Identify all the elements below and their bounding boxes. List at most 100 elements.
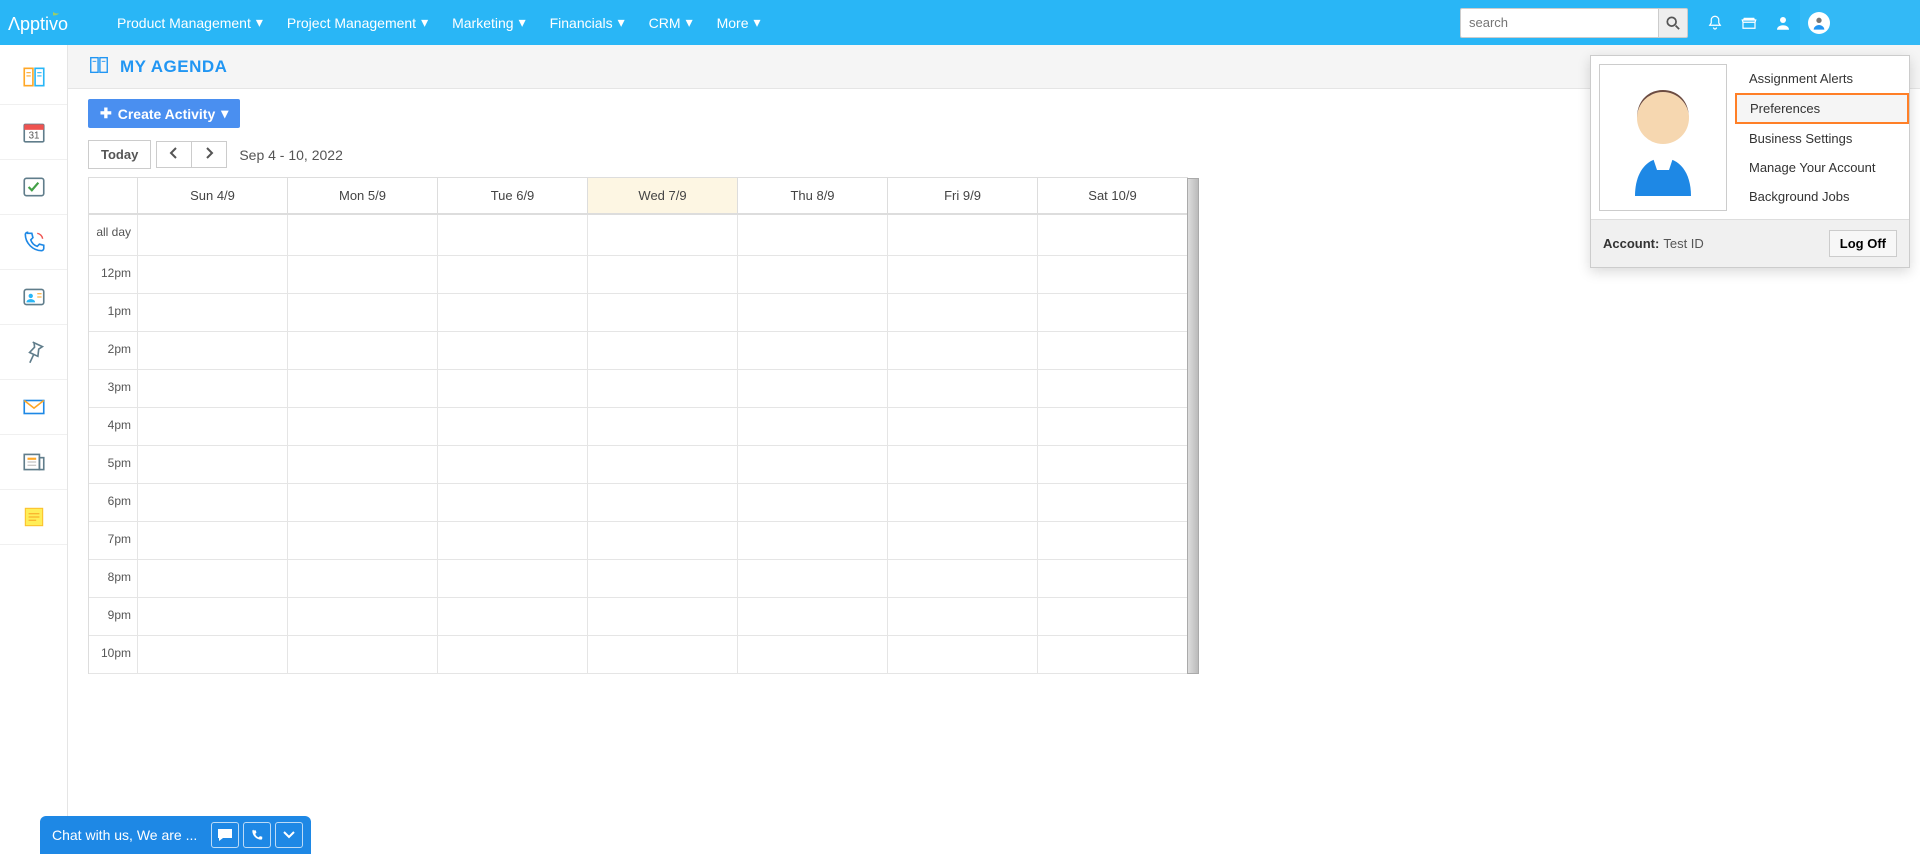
calendar-cell[interactable] <box>1037 636 1187 673</box>
calendar-cell[interactable] <box>287 446 437 483</box>
profile-button[interactable] <box>1766 0 1800 45</box>
calendar-cell[interactable] <box>887 215 1037 255</box>
nav-financials[interactable]: Financials▾ <box>538 0 637 45</box>
calendar-cell[interactable] <box>887 408 1037 445</box>
chat-call-button[interactable] <box>243 822 271 848</box>
chat-toggle-button[interactable] <box>275 822 303 848</box>
calendar-cell[interactable] <box>437 294 587 331</box>
calendar-cell[interactable] <box>587 484 737 521</box>
calendar-cell[interactable] <box>1037 598 1187 635</box>
calendar-day-header[interactable]: Sat 10/9 <box>1037 178 1187 213</box>
calendar-cell[interactable] <box>1037 408 1187 445</box>
calendar-day-header[interactable]: Thu 8/9 <box>737 178 887 213</box>
calendar-cell[interactable] <box>437 370 587 407</box>
calendar-cell[interactable] <box>1037 370 1187 407</box>
nav-more[interactable]: More▾ <box>705 0 773 45</box>
sidebar-item-tasks[interactable] <box>0 160 67 215</box>
calendar-cell[interactable] <box>737 560 887 597</box>
calendar-cell[interactable] <box>1037 522 1187 559</box>
calendar-cell[interactable] <box>287 636 437 673</box>
calendar-cell[interactable] <box>437 215 587 255</box>
calendar-cell[interactable] <box>587 446 737 483</box>
calendar-cell[interactable] <box>137 636 287 673</box>
calendar-cell[interactable] <box>737 215 887 255</box>
nav-project-management[interactable]: Project Management▾ <box>275 0 440 45</box>
calendar-day-header[interactable]: Sun 4/9 <box>137 178 287 213</box>
user-menu-trigger[interactable] <box>1800 0 1920 45</box>
calendar-cell[interactable] <box>287 598 437 635</box>
calendar-cell[interactable] <box>887 484 1037 521</box>
calendar-cell[interactable] <box>887 522 1037 559</box>
calendar-cell[interactable] <box>287 332 437 369</box>
calendar-cell[interactable] <box>287 560 437 597</box>
calendar-day-header[interactable]: Mon 5/9 <box>287 178 437 213</box>
calendar-cell[interactable] <box>1037 484 1187 521</box>
calendar-cell[interactable] <box>737 446 887 483</box>
sidebar-item-contacts[interactable] <box>0 270 67 325</box>
calendar-cell[interactable] <box>887 598 1037 635</box>
calendar-cell[interactable] <box>737 522 887 559</box>
calendar-cell[interactable] <box>137 446 287 483</box>
calendar-cell[interactable] <box>587 294 737 331</box>
calendar-cell[interactable] <box>1037 332 1187 369</box>
calendar-cell[interactable] <box>437 332 587 369</box>
apps-store-button[interactable] <box>1732 0 1766 45</box>
sidebar-item-notes[interactable] <box>0 490 67 545</box>
calendar-cell[interactable] <box>587 370 737 407</box>
calendar-cell[interactable] <box>437 598 587 635</box>
prev-button[interactable] <box>156 141 192 168</box>
calendar-day-header[interactable]: Fri 9/9 <box>887 178 1037 213</box>
calendar-cell[interactable] <box>437 484 587 521</box>
user-menu-link[interactable]: Business Settings <box>1735 124 1909 153</box>
nav-product-management[interactable]: Product Management▾ <box>105 0 275 45</box>
calendar-cell[interactable] <box>287 294 437 331</box>
calendar-cell[interactable] <box>287 522 437 559</box>
calendar-cell[interactable] <box>737 636 887 673</box>
calendar-cell[interactable] <box>137 294 287 331</box>
create-activity-button[interactable]: ✚ Create Activity ▾ <box>88 99 240 128</box>
calendar-cell[interactable] <box>587 256 737 293</box>
calendar-cell[interactable] <box>1037 560 1187 597</box>
calendar-cell[interactable] <box>287 256 437 293</box>
calendar-cell[interactable] <box>887 446 1037 483</box>
next-button[interactable] <box>191 141 227 168</box>
calendar-cell[interactable] <box>587 332 737 369</box>
calendar-cell[interactable] <box>587 598 737 635</box>
nav-marketing[interactable]: Marketing▾ <box>440 0 538 45</box>
calendar-cell[interactable] <box>1037 256 1187 293</box>
calendar-cell[interactable] <box>737 484 887 521</box>
search-button[interactable] <box>1658 8 1688 38</box>
calendar-cell[interactable] <box>137 522 287 559</box>
user-menu-link[interactable]: Assignment Alerts <box>1735 64 1909 93</box>
calendar-cell[interactable] <box>737 294 887 331</box>
calendar-cell[interactable] <box>587 560 737 597</box>
logoff-button[interactable]: Log Off <box>1829 230 1897 257</box>
calendar-cell[interactable] <box>737 256 887 293</box>
calendar-day-header[interactable]: Wed 7/9 <box>587 178 737 213</box>
notifications-button[interactable] <box>1698 0 1732 45</box>
calendar-cell[interactable] <box>287 484 437 521</box>
calendar-cell[interactable] <box>587 215 737 255</box>
calendar-cell[interactable] <box>137 598 287 635</box>
user-menu-link[interactable]: Manage Your Account <box>1735 153 1909 182</box>
calendar-cell[interactable] <box>137 484 287 521</box>
calendar-cell[interactable] <box>887 256 1037 293</box>
calendar-day-header[interactable]: Tue 6/9 <box>437 178 587 213</box>
sidebar-item-agenda[interactable] <box>0 50 67 105</box>
calendar-cell[interactable] <box>887 636 1037 673</box>
search-input[interactable] <box>1460 8 1658 38</box>
calendar-cell[interactable] <box>587 408 737 445</box>
calendar-cell[interactable] <box>437 256 587 293</box>
calendar-cell[interactable] <box>737 370 887 407</box>
calendar-cell[interactable] <box>587 636 737 673</box>
chat-message-button[interactable] <box>211 822 239 848</box>
calendar-cell[interactable] <box>137 256 287 293</box>
calendar-cell[interactable] <box>887 370 1037 407</box>
calendar-cell[interactable] <box>137 215 287 255</box>
calendar-cell[interactable] <box>887 560 1037 597</box>
calendar-cell[interactable] <box>287 408 437 445</box>
calendar-cell[interactable] <box>1037 446 1187 483</box>
calendar-cell[interactable] <box>587 522 737 559</box>
calendar-cell[interactable] <box>137 560 287 597</box>
calendar-cell[interactable] <box>287 215 437 255</box>
